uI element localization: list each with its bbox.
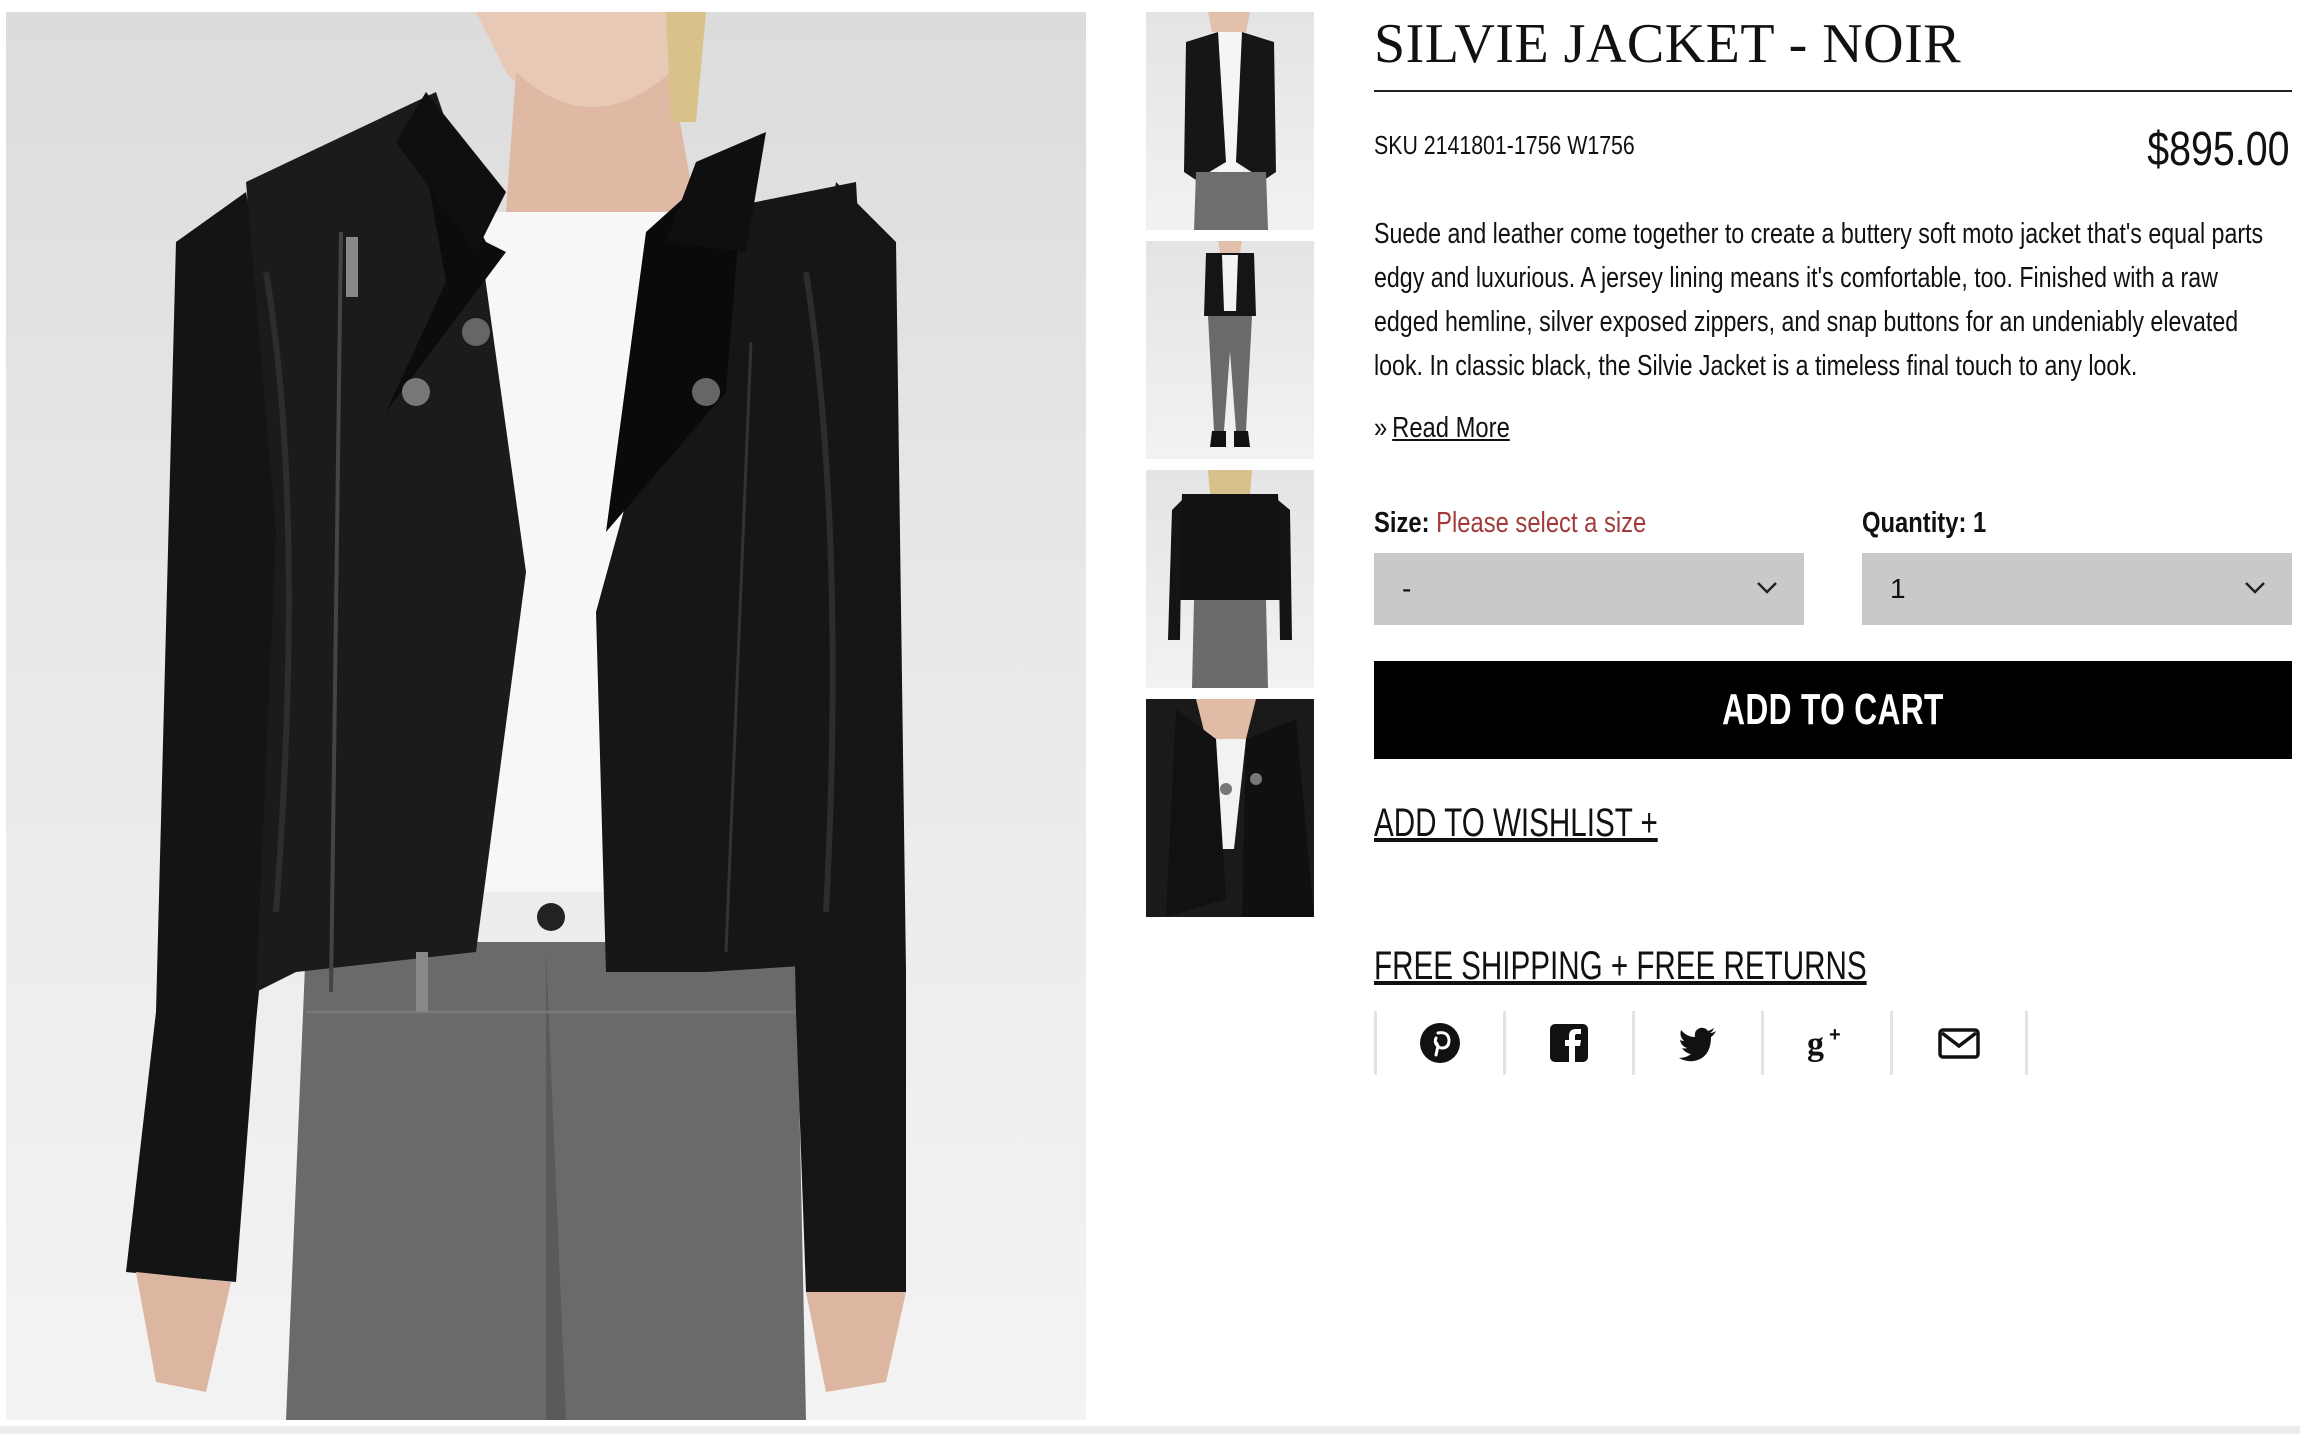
facebook-icon bbox=[1550, 1024, 1588, 1062]
twitter-share-button[interactable] bbox=[1632, 1011, 1761, 1075]
size-label-row: Size: Please select a size bbox=[1374, 507, 1646, 540]
size-select-value: - bbox=[1402, 573, 1412, 604]
thumbnail-gallery bbox=[1146, 12, 1314, 928]
free-shipping-link[interactable]: FREE SHIPPING + FREE RETURNS bbox=[1374, 944, 2053, 989]
product-sku: SKU 2141801-1756 W1756 bbox=[1374, 130, 1635, 160]
svg-text:+: + bbox=[1829, 1024, 1841, 1046]
google-plus-share-button[interactable]: g + bbox=[1761, 1011, 1890, 1075]
product-price: $895.00 bbox=[2147, 123, 2290, 176]
quantity-label: Quantity: 1 bbox=[1862, 507, 1987, 539]
social-share-bar: g + bbox=[1374, 1011, 2292, 1075]
google-plus-icon: g + bbox=[1807, 1024, 1841, 1063]
pinterest-icon bbox=[1420, 1023, 1460, 1063]
quantity-select[interactable]: 1 bbox=[1862, 553, 2292, 625]
product-options: Size: Please select a size - Quantity: 1… bbox=[1374, 507, 2292, 631]
thumbnail-detail[interactable] bbox=[1146, 699, 1314, 917]
quantity-select-value: 1 bbox=[1890, 573, 1906, 604]
product-title: SILVIE JACKET - NOIR bbox=[1374, 0, 2292, 92]
svg-text:g: g bbox=[1807, 1026, 1824, 1063]
email-icon bbox=[1938, 1028, 1980, 1059]
thumbnail-back[interactable] bbox=[1146, 470, 1314, 688]
add-to-cart-label: ADD TO CART bbox=[1722, 685, 1944, 734]
size-select[interactable]: - bbox=[1374, 553, 1804, 625]
size-label: Size: bbox=[1374, 507, 1430, 539]
chevron-down-icon bbox=[2245, 582, 2265, 594]
twitter-icon bbox=[1679, 1027, 1716, 1062]
size-hint: Please select a size bbox=[1436, 507, 1647, 539]
read-more-link[interactable]: » Read More bbox=[1374, 412, 1510, 445]
thumbnail-front[interactable] bbox=[1146, 12, 1314, 230]
main-product-image[interactable] bbox=[6, 12, 1086, 1420]
add-to-cart-button[interactable]: ADD TO CART bbox=[1374, 661, 2292, 759]
page-bottom-divider bbox=[0, 1426, 2300, 1434]
email-share-button[interactable] bbox=[1890, 1011, 2028, 1075]
add-to-wishlist-link[interactable]: ADD TO WISHLIST + bbox=[1374, 801, 1658, 846]
product-info: SILVIE JACKET - NOIR SKU 2141801-1756 W1… bbox=[1374, 0, 2292, 1075]
read-more-label[interactable]: Read More bbox=[1392, 412, 1510, 444]
product-page: SILVIE JACKET - NOIR SKU 2141801-1756 W1… bbox=[0, 0, 2300, 1434]
product-description: Suede and leather come together to creat… bbox=[1374, 218, 2264, 382]
pinterest-share-button[interactable] bbox=[1374, 1011, 1503, 1075]
thumbnail-full-length[interactable] bbox=[1146, 241, 1314, 459]
sku-price-row: SKU 2141801-1756 W1756 $895.00 bbox=[1374, 92, 2292, 184]
chevron-down-icon bbox=[1757, 582, 1777, 594]
double-chevron-right-icon: » bbox=[1374, 412, 1388, 444]
facebook-share-button[interactable] bbox=[1503, 1011, 1632, 1075]
